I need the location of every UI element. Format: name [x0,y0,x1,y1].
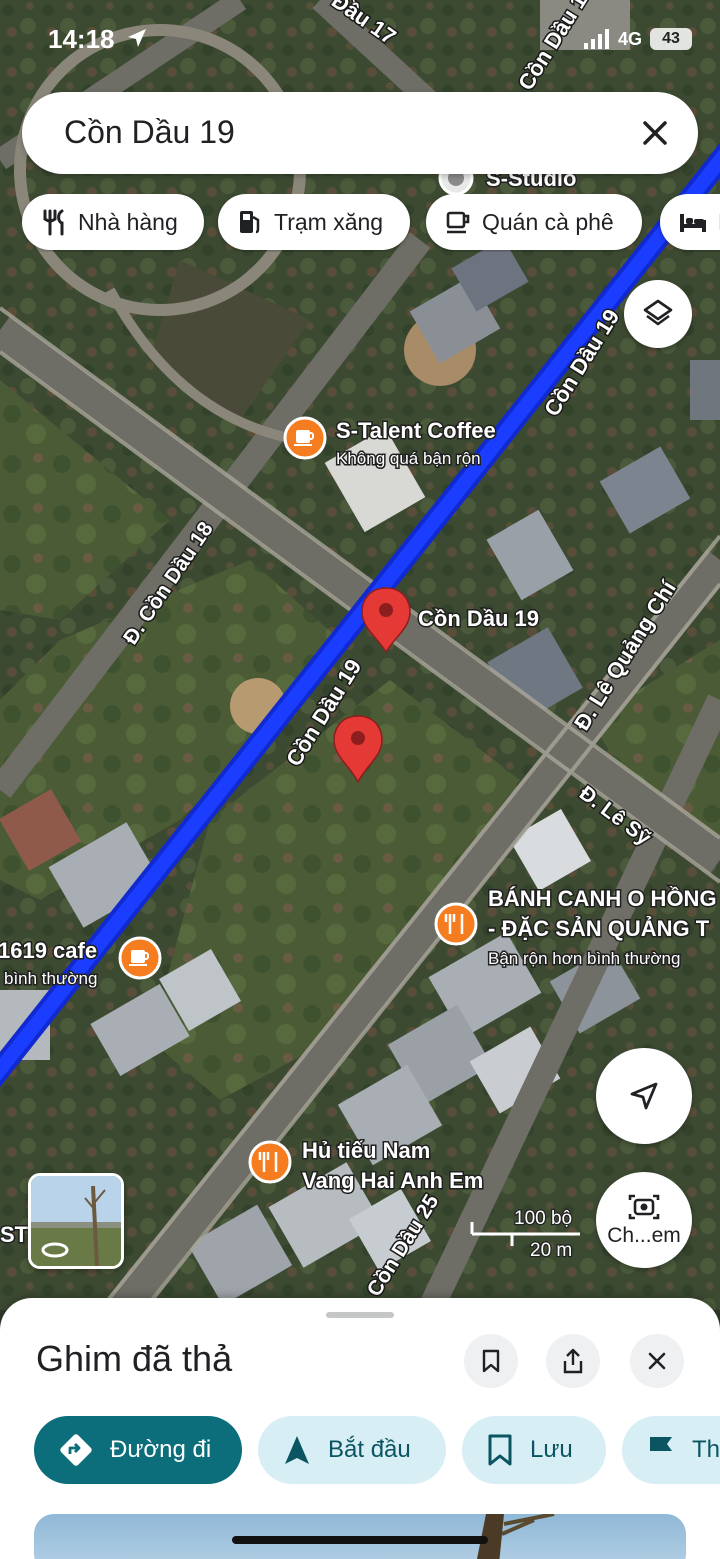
street-view-image [31,1176,121,1266]
sheet-drag-handle[interactable] [326,1312,394,1318]
save-bookmark-button[interactable] [464,1334,518,1388]
share-button[interactable] [546,1334,600,1388]
chip-label: Nhà hàng [78,208,178,235]
svg-text:S-Talent Coffee: S-Talent Coffee [336,418,496,443]
network-type: 4G [617,28,642,49]
svg-text:Hủ tiếu Nam: Hủ tiếu Nam [302,1138,430,1163]
action-label: Th [692,1436,720,1463]
navigation-arrow-icon [285,1436,309,1464]
svg-text:Cồn Dầu 19: Cồn Dầu 19 [418,606,539,631]
status-time: 14:18 [48,24,115,54]
coffee-cup-icon [446,211,470,234]
svg-text:Không quá bận rộn: Không quá bận rộn [336,449,481,468]
bookmark-icon [482,1349,500,1373]
category-chips: Nhà hàng Trạm xăng Quán cà phê [0,194,720,252]
share-icon [563,1348,583,1374]
map-scale: 100 bộ 20 m [470,1207,580,1262]
navigation-arrow-icon [630,1082,658,1110]
fork-knife-icon [43,209,64,236]
maps-app: Đầu 17 Cồn Dầu 18 Cồn Dầu 19 Cồn Dầu 19 … [0,0,720,1559]
svg-text:20 m: 20 m [530,1240,572,1261]
chip-restaurants[interactable]: Nhà hàng [22,194,204,250]
layers-button[interactable] [624,280,692,348]
flag-button[interactable]: Th [622,1416,720,1484]
svg-text:1619 cafe: 1619 cafe [0,938,97,963]
home-indicator[interactable] [232,1536,488,1544]
action-buttons: Đường đi Bắt đầu Lưu Th [0,1416,720,1486]
lens-button[interactable]: Ch...em [596,1172,692,1268]
chip-gas-stations[interactable]: Trạm xăng [218,194,410,250]
status-indicators: 4G 43 [583,28,692,50]
battery-indicator: 43 [650,28,692,50]
sheet-title: Ghim đã thả [36,1338,233,1379]
action-label: Lưu [530,1436,573,1463]
svg-text:Bận rộn hơn bình thường: Bận rộn hơn bình thường [488,949,680,968]
status-bar: 14:18 4G 43 [0,0,720,80]
gas-station-icon [240,211,260,234]
save-button[interactable]: Lưu [462,1416,606,1484]
lens-label: Ch...em [607,1224,681,1247]
camera-lens-icon [628,1194,660,1220]
directions-button[interactable]: Đường đi [34,1416,242,1484]
signal-icon [583,29,609,49]
close-icon[interactable] [638,116,672,150]
search-bar[interactable]: Cồn Dầu 19 [22,92,698,174]
chip-hotels[interactable]: K [660,194,720,250]
close-icon [648,1352,666,1370]
start-button[interactable]: Bắt đầu [258,1416,446,1484]
search-query[interactable]: Cồn Dầu 19 [64,114,235,151]
poi-st-label: ST [0,1222,29,1247]
svg-text:BÁNH CANH O HỒNG: BÁNH CANH O HỒNG [488,886,717,911]
layers-icon [643,299,673,326]
svg-text:Vang Hai Anh Em: Vang Hai Anh Em [302,1168,483,1193]
svg-text:100 bộ: 100 bộ [514,1208,572,1229]
svg-text:bình thường: bình thường [4,969,97,988]
my-location-button[interactable] [596,1048,692,1144]
close-sheet-button[interactable] [630,1334,684,1388]
chip-label: Quán cà phê [482,208,614,235]
bookmark-icon [488,1434,512,1466]
directions-icon [60,1434,92,1466]
chip-coffee[interactable]: Quán cà phê [426,194,642,250]
street-view-thumbnail[interactable] [28,1173,124,1269]
bed-icon [680,214,706,232]
location-arrow-icon [128,29,146,47]
action-label: Đường đi [110,1436,212,1463]
action-label: Bắt đầu [328,1436,411,1463]
flag-icon [650,1437,672,1464]
svg-text:- ĐẶC SẢN QUẢNG T: - ĐẶC SẢN QUẢNG T [488,916,710,941]
chip-label: Trạm xăng [274,208,384,235]
place-sheet[interactable]: Ghim đã thả Đường đi Bắt đầu Lưu Th [0,1298,720,1559]
